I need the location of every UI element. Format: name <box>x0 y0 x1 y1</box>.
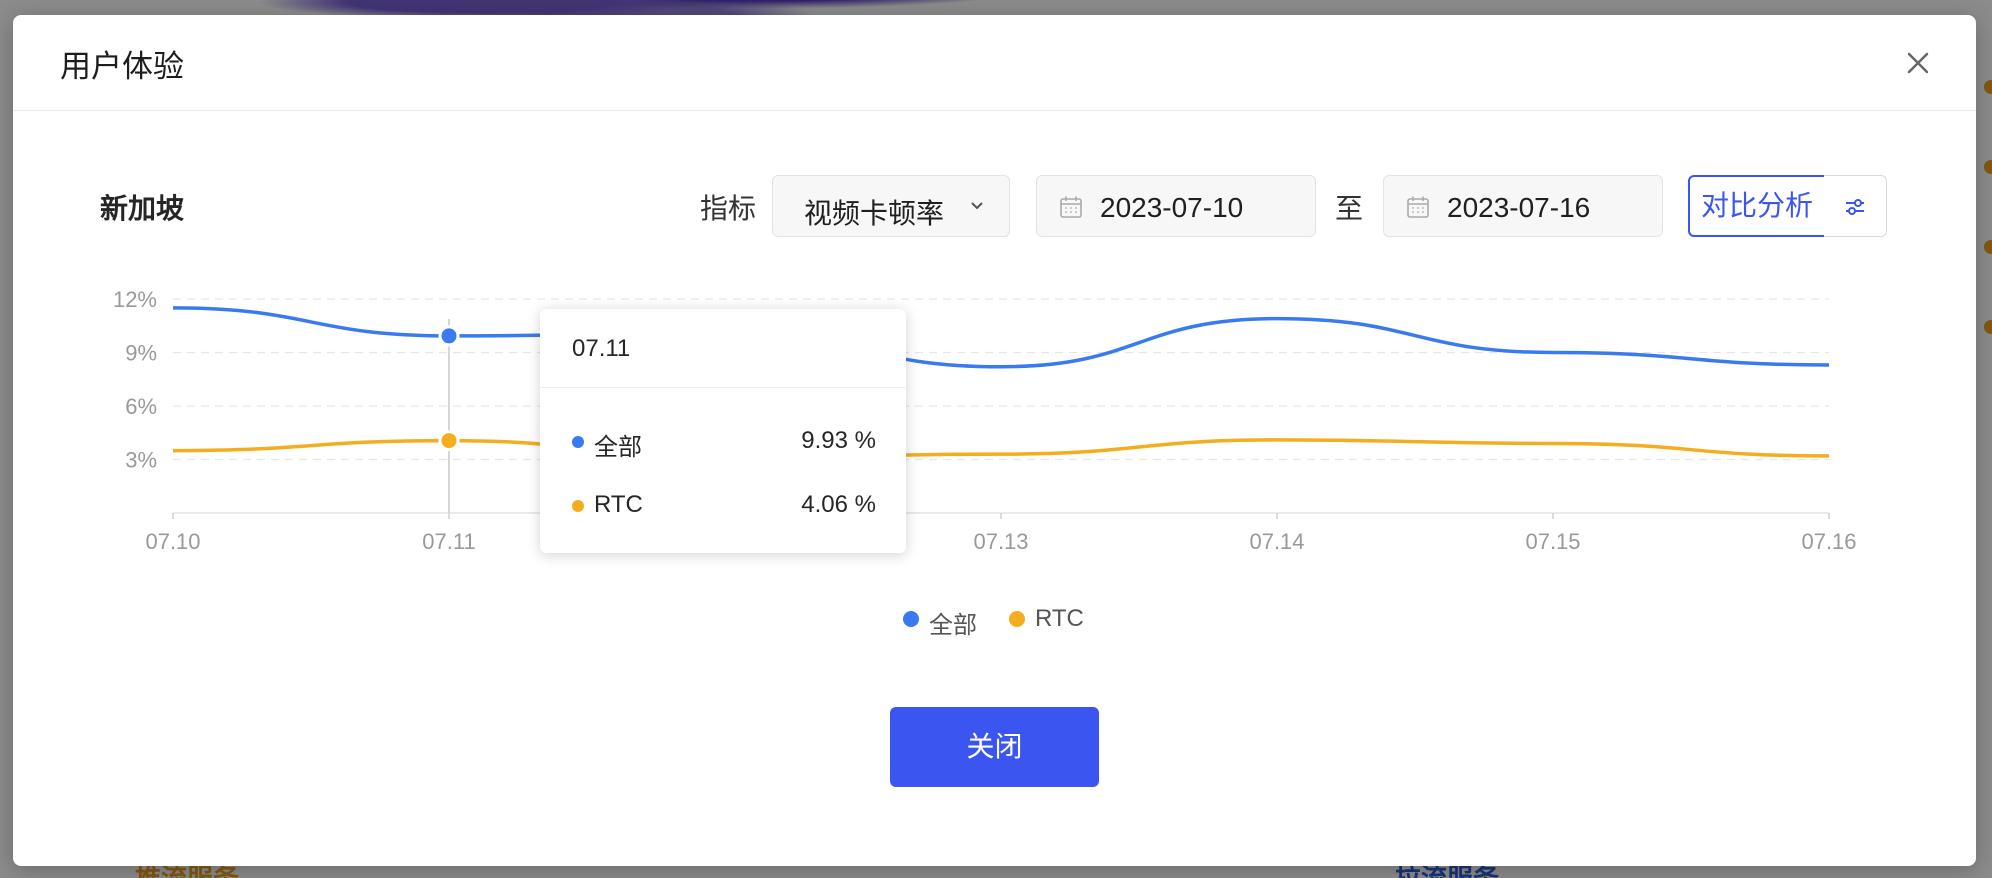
x-tick-label: 07.10 <box>145 529 200 554</box>
tooltip-series-value: 9.93 % <box>801 427 876 454</box>
tooltip-series-value: 4.06 % <box>801 491 876 518</box>
series-dot <box>572 500 584 512</box>
x-tick-label: 07.11 <box>422 529 475 554</box>
legend-label: 全部 <box>929 612 977 639</box>
x-tick-label: 07.14 <box>1249 529 1304 554</box>
close-button[interactable]: 关闭 <box>890 707 1099 787</box>
series-dot <box>572 436 584 448</box>
x-tick-label: 07.16 <box>1801 529 1856 554</box>
video-stutter-rate-chart[interactable]: 12%9%6%3%07.1007.1107.1207.1307.1407.150… <box>13 15 1976 635</box>
tooltip-divider <box>540 387 906 388</box>
y-tick-label: 12% <box>113 287 157 312</box>
x-tick-label: 07.13 <box>973 529 1028 554</box>
tooltip-row: 全部 9.93 % <box>572 427 876 461</box>
chart-tooltip: 07.11 全部 9.93 % RTC 4.06 % <box>540 309 906 553</box>
legend-label: RTC <box>1035 605 1084 632</box>
series-line-1 <box>172 438 1830 460</box>
tooltip-series-name: 全部 <box>594 434 642 461</box>
tooltip-row: RTC 4.06 % <box>572 491 876 521</box>
x-tick-label: 07.15 <box>1525 529 1580 554</box>
legend-dot <box>1009 611 1025 627</box>
y-tick-label: 9% <box>125 341 157 366</box>
y-tick-label: 3% <box>125 448 157 473</box>
series-line-0 <box>172 306 1830 369</box>
user-experience-dialog: 用户体验 新加坡 指标 视频卡顿率 2023-07-10 至 2023-07-1… <box>13 15 1976 866</box>
highlight-point-0 <box>438 325 460 347</box>
y-tick-label: 6% <box>125 394 157 419</box>
tooltip-date: 07.11 <box>572 335 631 362</box>
tooltip-series-name: RTC <box>594 491 643 518</box>
highlight-point-1 <box>438 430 460 452</box>
legend-dot <box>903 611 919 627</box>
